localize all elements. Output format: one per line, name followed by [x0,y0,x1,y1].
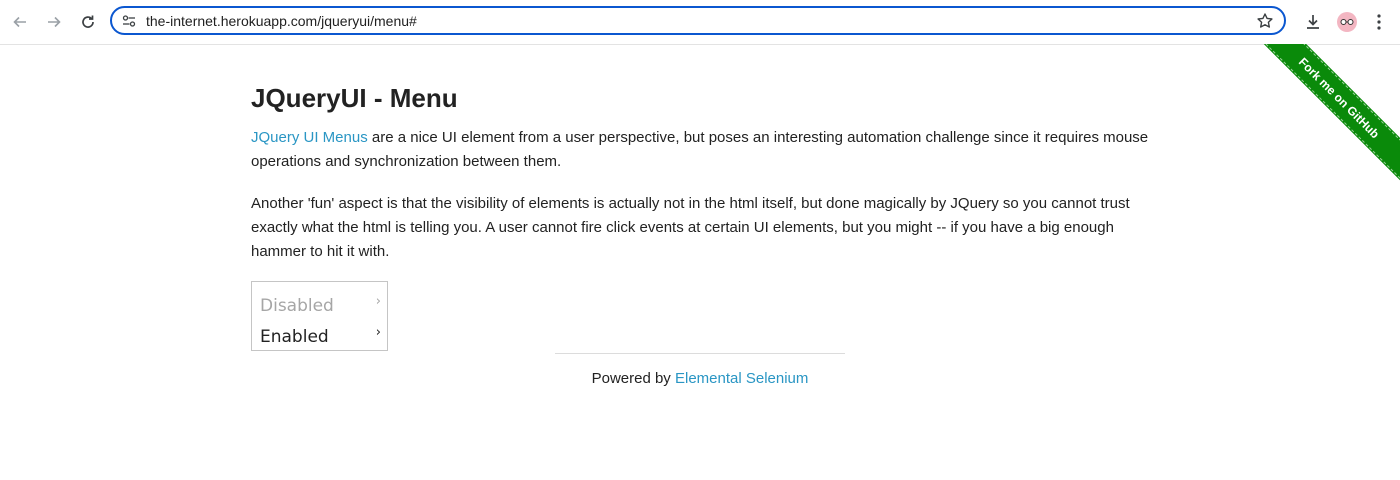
menu-item-disabled-label: Disabled [260,296,334,316]
chevron-right-icon: › [375,325,381,340]
menu-item-enabled[interactable]: Enabled › [252,321,387,351]
elemental-selenium-link[interactable]: Elemental Selenium [675,370,808,387]
more-menu-icon [1377,14,1381,30]
browser-toolbar: the-internet.herokuapp.com/jqueryui/menu… [0,0,1400,45]
fork-ribbon-text[interactable]: Fork me on GitHub [1296,55,1382,141]
page-footer: Powered by Elemental Selenium [555,370,845,387]
jquery-menu: Disabled › Enabled › [251,281,388,351]
forward-arrow-icon [48,16,61,28]
forward-button[interactable] [40,8,68,36]
back-button[interactable] [6,8,34,36]
address-bar[interactable]: the-internet.herokuapp.com/jqueryui/menu… [110,6,1286,35]
profile-avatar-icon [1337,12,1357,32]
page-title: JQueryUI - Menu [251,83,458,113]
site-settings-icon[interactable] [122,14,136,28]
jquery-ui-menus-link[interactable]: JQuery UI Menus [251,129,368,146]
reload-button[interactable] [74,8,102,36]
url-text[interactable]: the-internet.herokuapp.com/jqueryui/menu… [146,13,417,29]
intro-paragraph: JQuery UI Menus are a nice UI element fr… [251,126,1151,174]
footer-divider [555,353,845,354]
fun-aspect-paragraph: Another 'fun' aspect is that the visibil… [251,195,1130,260]
menu-item-enabled-label: Enabled [260,327,329,347]
main-content: JQueryUI - Menu JQuery UI Menus are a ni… [251,80,1151,351]
download-button[interactable] [1301,10,1325,34]
profile-button[interactable] [1335,10,1359,34]
fork-ribbon-band[interactable]: Fork me on GitHub [1254,44,1400,183]
footer-prefix: Powered by [591,370,675,387]
back-arrow-icon [13,16,26,28]
intro-text: are a nice UI element from a user perspe… [251,129,1149,170]
download-icon [1307,15,1319,29]
bookmark-star-icon[interactable] [1256,12,1274,30]
fork-ribbon[interactable]: Fork me on GitHub [1251,44,1400,193]
reload-icon [82,15,94,28]
menu-item-disabled[interactable]: Disabled › [252,290,387,320]
chevron-right-icon: › [375,294,381,309]
more-menu-button[interactable] [1367,10,1391,34]
